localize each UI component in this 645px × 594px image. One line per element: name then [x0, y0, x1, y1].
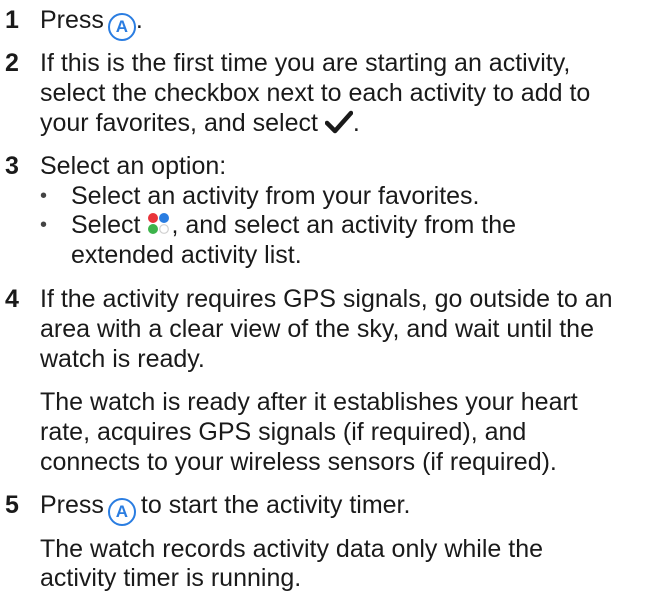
step-note: rate, acquires GPS signals (if required)… — [40, 417, 527, 446]
step-text: area with a clear view of the sky, and w… — [40, 315, 594, 344]
step-number: 1 — [5, 5, 19, 34]
step-text: . — [352, 108, 360, 137]
step-text: Press — [40, 491, 104, 520]
more-activities-dots-icon — [148, 213, 170, 235]
step-note: The watch records activity data only whi… — [40, 534, 544, 563]
a-button-icon: A — [107, 498, 136, 527]
step-number: 3 — [5, 152, 19, 181]
step-number: 5 — [5, 491, 19, 520]
a-button-icon: A — [107, 12, 136, 41]
bullet-text: Select an activity from your favorites. — [71, 181, 480, 210]
bullet-text: Select — [71, 211, 141, 240]
step-5-text: Press Ato start the activity timer. — [40, 489, 411, 527]
bullet-marker: • — [40, 214, 48, 237]
step-text: your favorites, and select — [40, 108, 318, 137]
step-2-last-line: your favorites, and select . — [40, 107, 360, 139]
step-text: Press — [40, 5, 104, 34]
step-text: If this is the first time you are starti… — [40, 49, 571, 78]
step-text: Select an option: — [40, 152, 227, 181]
bullet-marker: • — [40, 184, 48, 207]
step-text: watch is ready. — [40, 344, 205, 373]
step-1-text: Press A. — [40, 4, 143, 41]
checkmark-icon — [324, 110, 353, 133]
instruction-document: 1 Press A. 2 If this is the first time yo… — [0, 0, 645, 594]
step-note: activity timer is running. — [40, 564, 302, 593]
bullet-text: extended activity list. — [71, 241, 302, 270]
step-text: . — [135, 5, 143, 34]
step-number: 2 — [5, 49, 19, 78]
step-note: connects to your wireless sensors (if re… — [40, 447, 557, 476]
step-text: If the activity requires GPS signals, go… — [40, 285, 613, 314]
step-number: 4 — [5, 285, 19, 314]
step-text: select the checkbox next to each activit… — [40, 78, 591, 107]
bullet-2-first-line: Select , and select an activity from the — [71, 209, 516, 241]
bullet-text: , and select an activity from the — [171, 211, 517, 240]
step-note: The watch is ready after it establishes … — [40, 388, 578, 417]
step-text: to start the activity timer. — [140, 491, 411, 520]
